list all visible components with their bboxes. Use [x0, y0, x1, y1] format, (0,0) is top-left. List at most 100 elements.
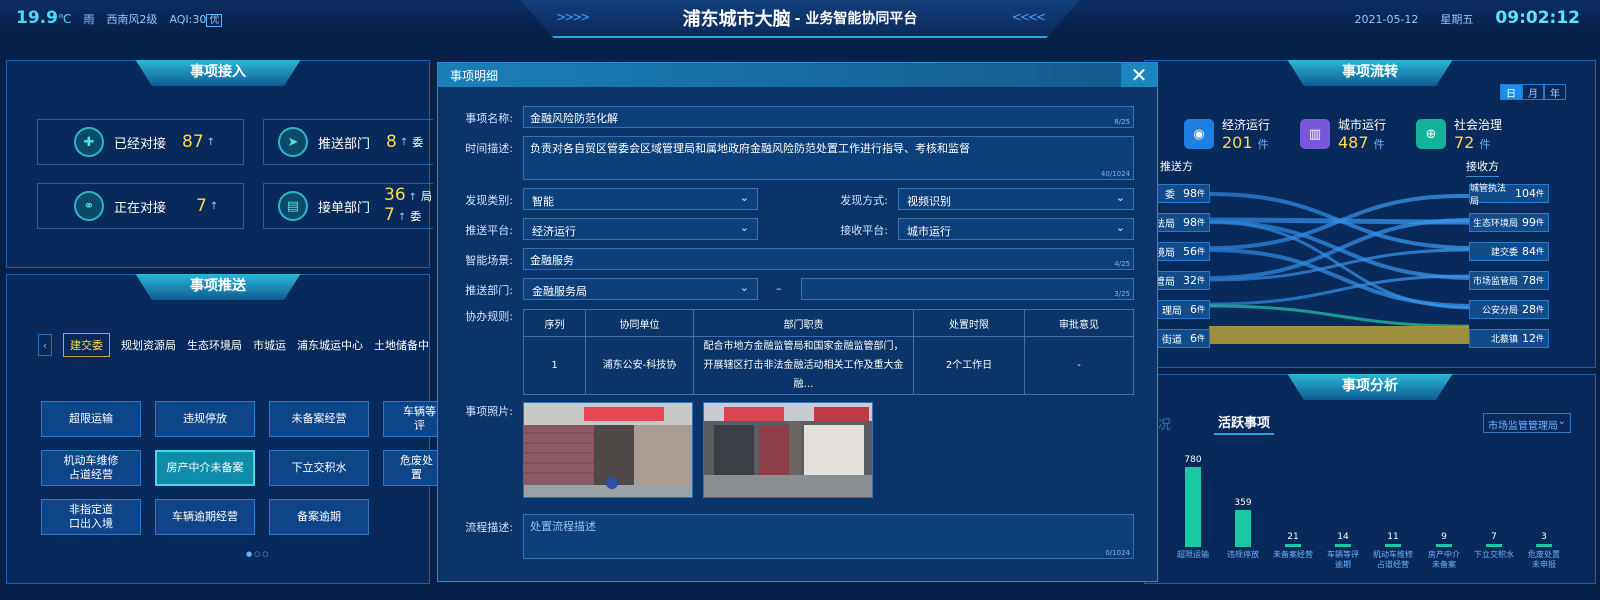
event-button[interactable]: 违规停放	[155, 401, 255, 437]
event-button[interactable]: 超限运输	[41, 401, 141, 437]
category-value: 201	[1222, 133, 1253, 152]
close-icon[interactable]: ✕	[1121, 63, 1157, 87]
period-day[interactable]: 日	[1500, 84, 1522, 100]
sender-unit: 件	[1197, 305, 1205, 314]
send-icon: ➤	[278, 127, 308, 157]
table-row[interactable]: 1 浦东公安-科技协 配合市地方金融监管局和国家金融监管部门，开展辖区打击非法金…	[523, 336, 1134, 395]
aqi-level-badge: 优	[206, 14, 223, 27]
event-name-field[interactable]: 金融风险防范化解 8/25	[523, 106, 1134, 128]
arrow-up-icon: ↑	[399, 136, 409, 148]
char-count: 3/25	[1114, 290, 1130, 298]
chart-bar	[1235, 510, 1251, 547]
stat-label: 已经对接	[114, 136, 167, 152]
event-photo-2[interactable]	[703, 402, 873, 498]
stat-receive-dept: ▤ 接单部门 36 ↑ 局 7 ↑ 委	[263, 183, 433, 229]
event-button[interactable]: 备案逾期	[269, 499, 369, 535]
stat-suffix: 委	[412, 136, 424, 149]
tab-guihua[interactable]: 规划资源局	[121, 337, 176, 353]
category-economy: ◉ 经济运行 201 件	[1184, 116, 1270, 152]
event-button[interactable]: 车辆逾期经营	[155, 499, 255, 535]
tab-shichengyun[interactable]: 市城运	[253, 337, 286, 353]
discover-type-select[interactable]: 智能 ⌄	[523, 188, 758, 210]
chevron-down-icon: ⌄	[739, 281, 749, 294]
category-unit: 件	[1479, 138, 1491, 151]
period-year[interactable]: 年	[1544, 84, 1566, 100]
sankey-flows	[1209, 189, 1469, 344]
tab-overview[interactable]: 况	[1158, 414, 1171, 433]
weekday: 星期五	[1440, 13, 1474, 26]
sender-value: 6	[1190, 303, 1197, 316]
chart-category-label: 违规停放	[1227, 550, 1259, 559]
tab-shengtai[interactable]: 生态环境局	[187, 337, 242, 353]
chart-category-label: 未备案经营	[1273, 550, 1313, 559]
stat-label: 推送部门	[318, 136, 371, 152]
event-photo-1[interactable]	[523, 402, 693, 498]
chevrons-right-icon: >>>>	[556, 10, 590, 24]
receiver-name: 北蔡镇	[1490, 335, 1518, 345]
sender-unit: 件	[1197, 247, 1205, 256]
col-approval: 审批意见	[1024, 309, 1134, 337]
category-label: 社会治理	[1454, 118, 1503, 132]
process-field[interactable]: 处置流程描述 0/1024	[523, 514, 1134, 559]
cell-seq: 1	[523, 336, 586, 395]
event-button-selected[interactable]: 房产中介未备案	[155, 450, 255, 486]
event-button[interactable]: 危废处置	[383, 450, 438, 486]
stat-value-2: 7	[384, 205, 395, 225]
clock: 09:02:12	[1495, 8, 1580, 28]
push-platform-select[interactable]: 经济运行 ⌄	[523, 218, 758, 240]
discover-mode-select[interactable]: 视频识别 ⌄	[898, 188, 1134, 210]
receiver-value: 78	[1522, 274, 1536, 287]
scene-field[interactable]: 金融服务 4/25	[523, 248, 1134, 270]
chevron-left-icon[interactable]: ‹	[38, 334, 52, 356]
col-limit: 处置时限	[913, 309, 1025, 337]
push-platform-value: 经济运行	[532, 225, 576, 238]
chart-category-label: 房产中介 未备案	[1428, 550, 1460, 569]
event-button[interactable]: 机动车维修 占道经营	[41, 450, 141, 486]
page-title: 浦东城市大脑	[682, 9, 791, 30]
char-count: 40/1024	[1100, 170, 1130, 178]
receiver-value: 84	[1522, 245, 1536, 258]
tab-tudi[interactable]: 土地储备中	[374, 337, 429, 353]
chart-category-label: 机动车维修 占道经营	[1373, 550, 1413, 569]
tab-pudong-chengyun[interactable]: 浦东城运中心	[297, 337, 363, 353]
event-desc-field[interactable]: 负责对各自贸区管委会区域管理局和属地政府金融风险防范处置工作进行指导、考核和监督…	[523, 136, 1134, 180]
event-button[interactable]: 车辆等评	[383, 401, 438, 437]
analysis-title: 事项分析	[1287, 374, 1453, 400]
sender-name: 理局	[1162, 306, 1182, 317]
chevrons-left-icon: <<<<	[1011, 10, 1046, 24]
receiver-unit: 件	[1536, 247, 1544, 256]
label-desc: 时间描述:	[465, 142, 513, 155]
chevron-down-icon: ⌄	[739, 191, 749, 204]
category-city: ▥ 城市运行 487 件	[1300, 116, 1386, 152]
link-icon: ⚭	[74, 191, 104, 221]
chevron-down-icon: ⌄	[1557, 416, 1566, 427]
recv-platform-select[interactable]: 城市运行 ⌄	[898, 218, 1134, 240]
receiver-header: 接收方	[1466, 158, 1499, 177]
tab-active-events[interactable]: 活跃事项	[1214, 412, 1275, 435]
dept-select[interactable]: 金融服务局 ⌄	[523, 278, 758, 300]
dept-sub-field[interactable]: 3/25	[801, 278, 1134, 300]
discover-mode-value: 视频识别	[907, 195, 951, 208]
chart-value-label: 14	[1337, 532, 1349, 542]
category-society: ⊕ 社会治理 72 件	[1416, 116, 1502, 152]
label-scene: 智能场景:	[465, 254, 513, 267]
process-placeholder: 处置流程描述	[530, 520, 596, 533]
event-button[interactable]: 非指定道 口出入境	[41, 499, 141, 535]
chart-category-label: 下立交积水	[1474, 550, 1514, 559]
discover-type-value: 智能	[532, 195, 554, 208]
rules-table: 序列 协同单位 部门职责 处置时限 审批意见 1 浦东公安-科技协 配合市地方金…	[523, 309, 1134, 395]
chart-category-label: 车辆等评 逾期	[1327, 550, 1359, 569]
tab-jianjiaowei[interactable]: 建交委	[63, 333, 110, 357]
pagination-dots[interactable]: ●○○	[246, 550, 270, 558]
sender-name: 法局	[1155, 219, 1175, 230]
building-icon: ▥	[1300, 119, 1330, 149]
period-month[interactable]: 月	[1522, 84, 1544, 100]
dept-dropdown[interactable]: 市场监管管理局 ⌄	[1483, 413, 1571, 433]
cell-unit: 浦东公安-科技协	[585, 336, 694, 395]
chevron-down-icon: ⌄	[1115, 191, 1125, 204]
event-button[interactable]: 未备案经营	[269, 401, 369, 437]
receiver-value: 28	[1522, 303, 1536, 316]
receiver-name: 市场监管局	[1472, 277, 1518, 287]
event-button[interactable]: 下立交积水	[269, 450, 369, 486]
stat-connected: ✚ 已经对接 87 ↑	[37, 119, 244, 165]
